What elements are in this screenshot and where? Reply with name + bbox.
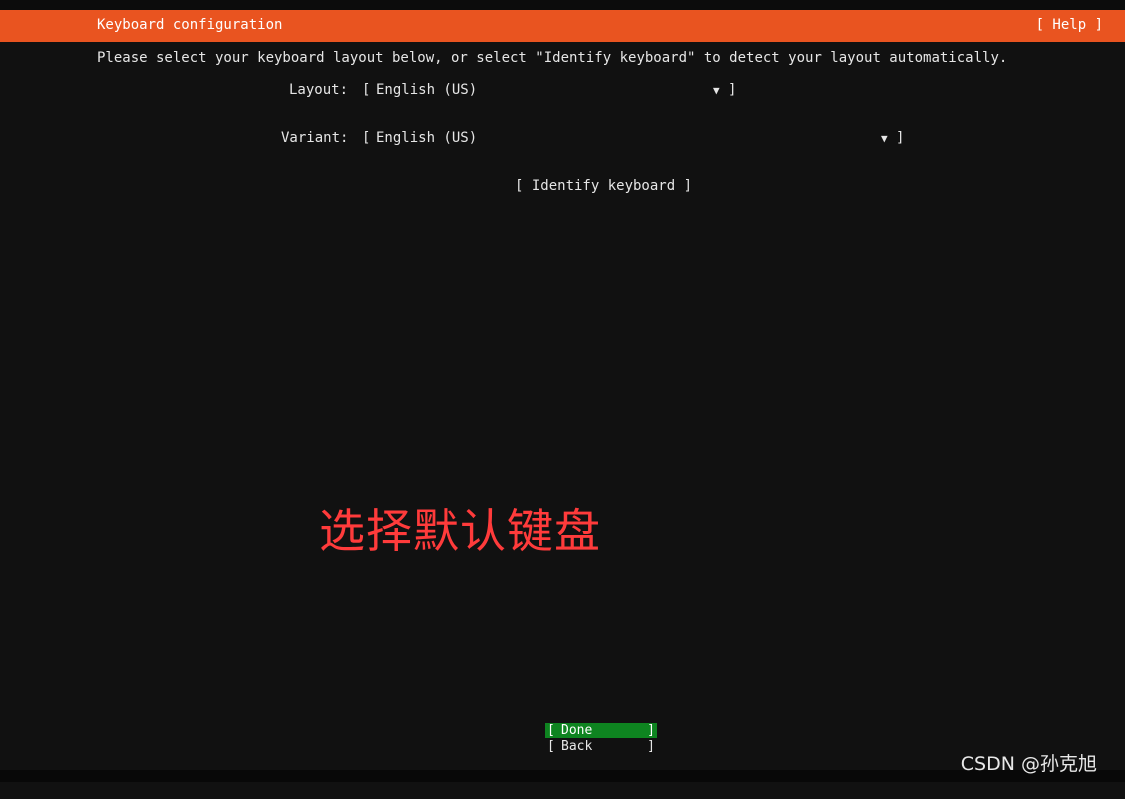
variant-value: English (US) [376,130,478,146]
done-close-bracket: ] [647,723,655,738]
header-bar: Keyboard configuration [ Help ] [0,10,1125,42]
variant-select[interactable]: [ English (US) ▼ ] [362,130,906,148]
top-strip [0,0,1125,10]
chevron-down-icon: ▼ [881,132,888,145]
variant-label: Variant: [281,130,349,146]
intro-text: Please select your keyboard layout below… [97,50,1008,66]
done-button[interactable]: [ Done ] [545,723,657,738]
identify-keyboard-button[interactable]: [ Identify keyboard ] [515,178,692,194]
done-open-bracket: [ [547,723,555,738]
chevron-down-icon: ▼ [713,84,720,97]
bottom-strip [0,770,1125,782]
help-button[interactable]: [ Help ] [1036,17,1103,33]
back-label: Back [561,739,593,754]
layout-close-bracket: ] [728,82,737,98]
watermark: CSDN @孙克旭 [960,753,1097,775]
layout-value: English (US) [376,82,478,98]
back-close-bracket: ] [647,739,655,754]
back-button[interactable]: [ Back ] [545,739,657,754]
variant-close-bracket: ] [896,130,905,146]
back-open-bracket: [ [547,739,555,754]
done-label: Done [561,723,593,738]
layout-label: Layout: [289,82,349,98]
page-title: Keyboard configuration [97,17,283,33]
layout-open-bracket: [ [362,82,371,98]
layout-select[interactable]: [ English (US) ▼ ] [362,82,738,100]
variant-open-bracket: [ [362,130,371,146]
annotation-text: 选择默认键盘 [319,504,601,558]
